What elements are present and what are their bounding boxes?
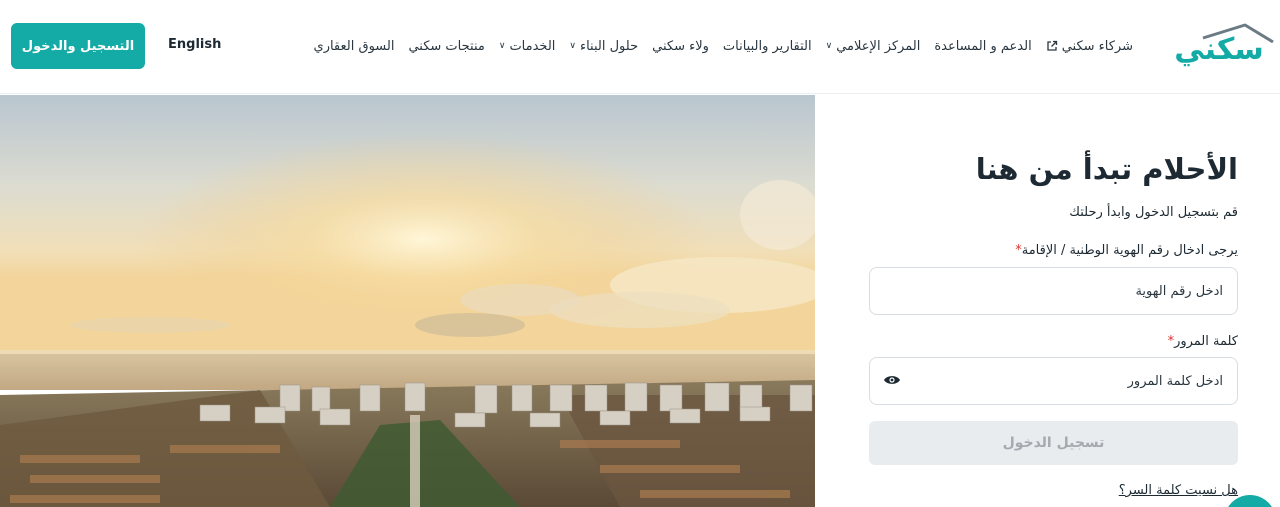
id-label-text: يرجى ادخال رقم الهوية الوطنية / الإقامة	[1021, 243, 1238, 258]
nav-item-label: الدعم و المساعدة	[934, 38, 1032, 54]
nav-item-label: شركاء سكني	[1061, 38, 1133, 54]
page-subtitle: قم بتسجيل الدخول وابدأ رحلتك	[1069, 205, 1238, 220]
nav-item-label: منتجات سكني	[408, 38, 485, 54]
id-label: يرجى ادخال رقم الهوية الوطنية / الإقامة*	[1012, 243, 1238, 258]
language-switch-link[interactable]: English	[168, 37, 221, 52]
login-submit-button[interactable]: تسجيل الدخول	[869, 421, 1238, 465]
nav-item[interactable]: الخدمات ∨	[499, 39, 556, 54]
password-input[interactable]	[869, 357, 1238, 405]
chevron-down-icon: ∨	[825, 41, 833, 51]
nav-item[interactable]: حلول البناء ∨	[569, 39, 638, 54]
page-title: الأحلام تبدأ من هنا	[975, 152, 1238, 186]
eye-icon[interactable]	[883, 374, 901, 386]
nav-item[interactable]: المركز الإعلامي ∨	[826, 39, 921, 54]
login-panel: الأحلام تبدأ من هنا قم بتسجيل الدخول واب…	[815, 95, 1280, 507]
nav-item-label: التقارير والبيانات	[722, 38, 812, 54]
nav-item-label: الخدمات	[509, 38, 556, 54]
logo-text: سكني	[1174, 32, 1265, 67]
chevron-down-icon: ∨	[498, 41, 506, 51]
nav-item[interactable]: الدعم و المساعدة	[934, 39, 1031, 54]
password-label: كلمة المرور*	[1165, 334, 1238, 349]
forgot-password-link[interactable]: هل نسيت كلمة السر؟	[1119, 483, 1238, 498]
id-number-input[interactable]	[869, 267, 1238, 315]
external-link-icon	[1047, 40, 1057, 51]
sakani-logo[interactable]: سكني	[1163, 22, 1275, 70]
nav-item[interactable]: السوق العقاري	[314, 39, 395, 54]
site-header: التسجيل والدخول English السوق العقاري منت…	[0, 0, 1280, 94]
nav-item-label: المركز الإعلامي	[836, 38, 921, 54]
nav-item[interactable]: التقارير والبيانات	[723, 39, 812, 54]
hero-image	[0, 95, 815, 507]
password-label-text: كلمة المرور	[1174, 334, 1238, 349]
nav-item[interactable]: منتجات سكني	[408, 39, 484, 54]
register-login-button[interactable]: التسجيل والدخول	[11, 23, 145, 69]
main-nav: السوق العقاري منتجات سكني الخدمات ∨ حلول الب…	[314, 35, 1133, 57]
chevron-down-icon: ∨	[569, 41, 576, 51]
nav-item-label: السوق العقاري	[313, 38, 395, 54]
nav-item-label: ولاء سكني	[652, 38, 709, 54]
nav-item[interactable]: شركاء سكني	[1046, 39, 1133, 54]
nav-item[interactable]: ولاء سكني	[652, 39, 709, 54]
nav-item-label: حلول البناء	[579, 38, 639, 54]
